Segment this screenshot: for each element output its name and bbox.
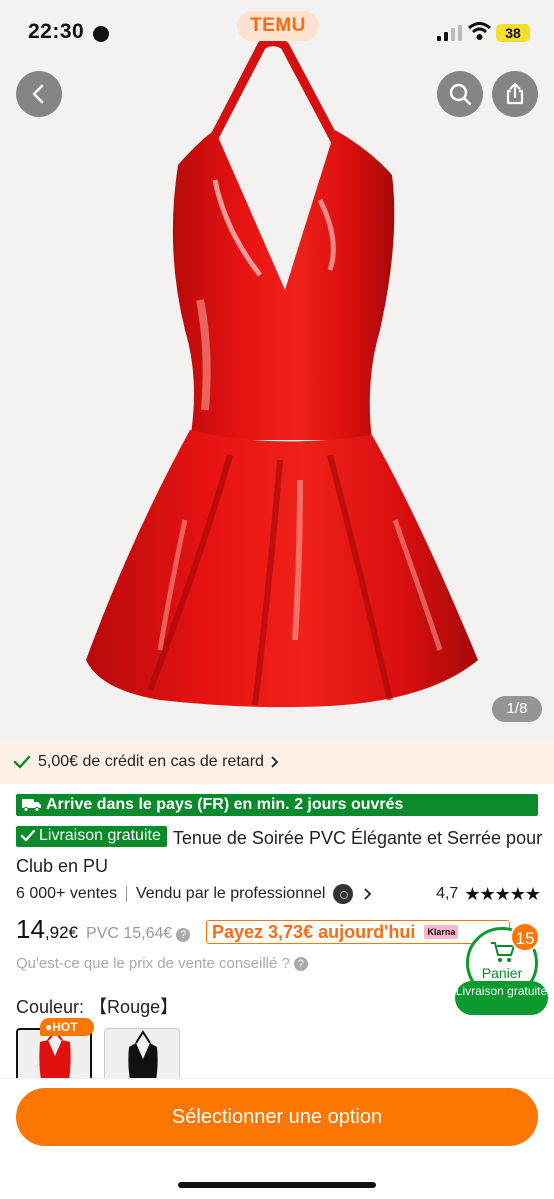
chevron-right-icon[interactable] [363, 887, 372, 901]
seller-link[interactable]: Vendu par le professionnel [136, 885, 325, 903]
late-delivery-credit-banner[interactable]: 5,00€ de crédit en cas de retard [0, 740, 554, 784]
color-selected: 【Rouge】 [89, 997, 179, 1017]
price-row: 14 ,92€ PVC 15,64€ ? [16, 914, 191, 948]
black-dress-thumbnail [128, 1030, 158, 1083]
hot-badge: ●HOT [40, 1018, 94, 1036]
price-integer: 14 [16, 914, 45, 944]
color-label: Couleur: 【Rouge】 [16, 993, 178, 1019]
price-decimal: ,92€ [44, 923, 79, 942]
pvc-question-link[interactable]: Qu'est-ce que le prix de vente conseillé… [16, 955, 308, 972]
battery-level: 38 [496, 24, 530, 42]
product-title-block: Livraison gratuite Tenue de Soirée PVC É… [16, 824, 546, 880]
cart-count-badge: 15 [510, 922, 540, 952]
search-icon [449, 83, 472, 106]
cart-free-shipping-badge: Livraison gratuite [455, 981, 548, 1015]
truck-icon [22, 799, 41, 812]
chevron-right-icon [271, 756, 279, 768]
recommended-price: PVC 15,64€ [86, 925, 173, 942]
free-shipping-label: Livraison gratuite [39, 827, 161, 844]
pvc-question-text: Qu'est-ce que le prix de vente conseillé… [16, 955, 290, 972]
home-indicator[interactable] [178, 1182, 376, 1188]
check-icon [21, 830, 35, 842]
hot-label: HOT [52, 1020, 78, 1034]
select-option-button[interactable]: Sélectionner une option [16, 1088, 538, 1146]
status-time: 22:30 [28, 20, 85, 43]
info-icon: ? [293, 956, 308, 971]
seller-avatar-icon[interactable] [333, 884, 354, 904]
color-option-rouge[interactable] [16, 1028, 92, 1084]
free-shipping-badge: Livraison gratuite [16, 825, 167, 847]
image-page-counter: 1/8 [492, 696, 542, 722]
klarna-logo: Klarna [424, 925, 459, 939]
pay-today-text: Payez 3,73€ aujourd'hui [212, 922, 416, 942]
share-button[interactable] [492, 71, 538, 117]
bottom-action-bar: Sélectionner une option [0, 1078, 554, 1199]
cart-label: Panier [481, 965, 523, 981]
sales-seller-row: 6 000+ ventes Vendu par le professionnel… [16, 882, 541, 906]
arrival-badge: Arrive dans le pays (FR) en min. 2 jours… [16, 794, 538, 816]
temu-logo: TEMU [237, 11, 319, 41]
color-option-noir[interactable] [104, 1028, 180, 1084]
rating-value: 4,7 [436, 885, 459, 902]
wifi-icon [468, 22, 491, 40]
recording-indicator-icon [93, 26, 109, 42]
divider [125, 886, 127, 902]
pay-later-box[interactable]: Payez 3,73€ aujourd'hui Klarna [206, 920, 510, 944]
credit-text: 5,00€ de crédit en cas de retard [38, 753, 264, 770]
rating[interactable]: 4,7 ★★★★★ [436, 883, 541, 905]
back-icon [32, 84, 44, 104]
color-label-text: Couleur: [16, 997, 85, 1017]
arrival-text: Arrive dans le pays (FR) en min. 2 jours… [46, 796, 404, 813]
status-bar: 22:30 TEMU 38 [0, 0, 554, 64]
info-icon[interactable]: ? [176, 928, 191, 942]
search-button[interactable] [437, 71, 483, 117]
sales-count: 6 000+ ventes [16, 885, 117, 902]
check-icon [14, 755, 30, 769]
cellular-signal-icon [437, 25, 462, 41]
share-icon [506, 82, 524, 105]
red-dress-thumbnail [39, 1030, 71, 1082]
back-button[interactable] [16, 71, 62, 117]
star-rating-icon: ★★★★★ [464, 883, 541, 904]
